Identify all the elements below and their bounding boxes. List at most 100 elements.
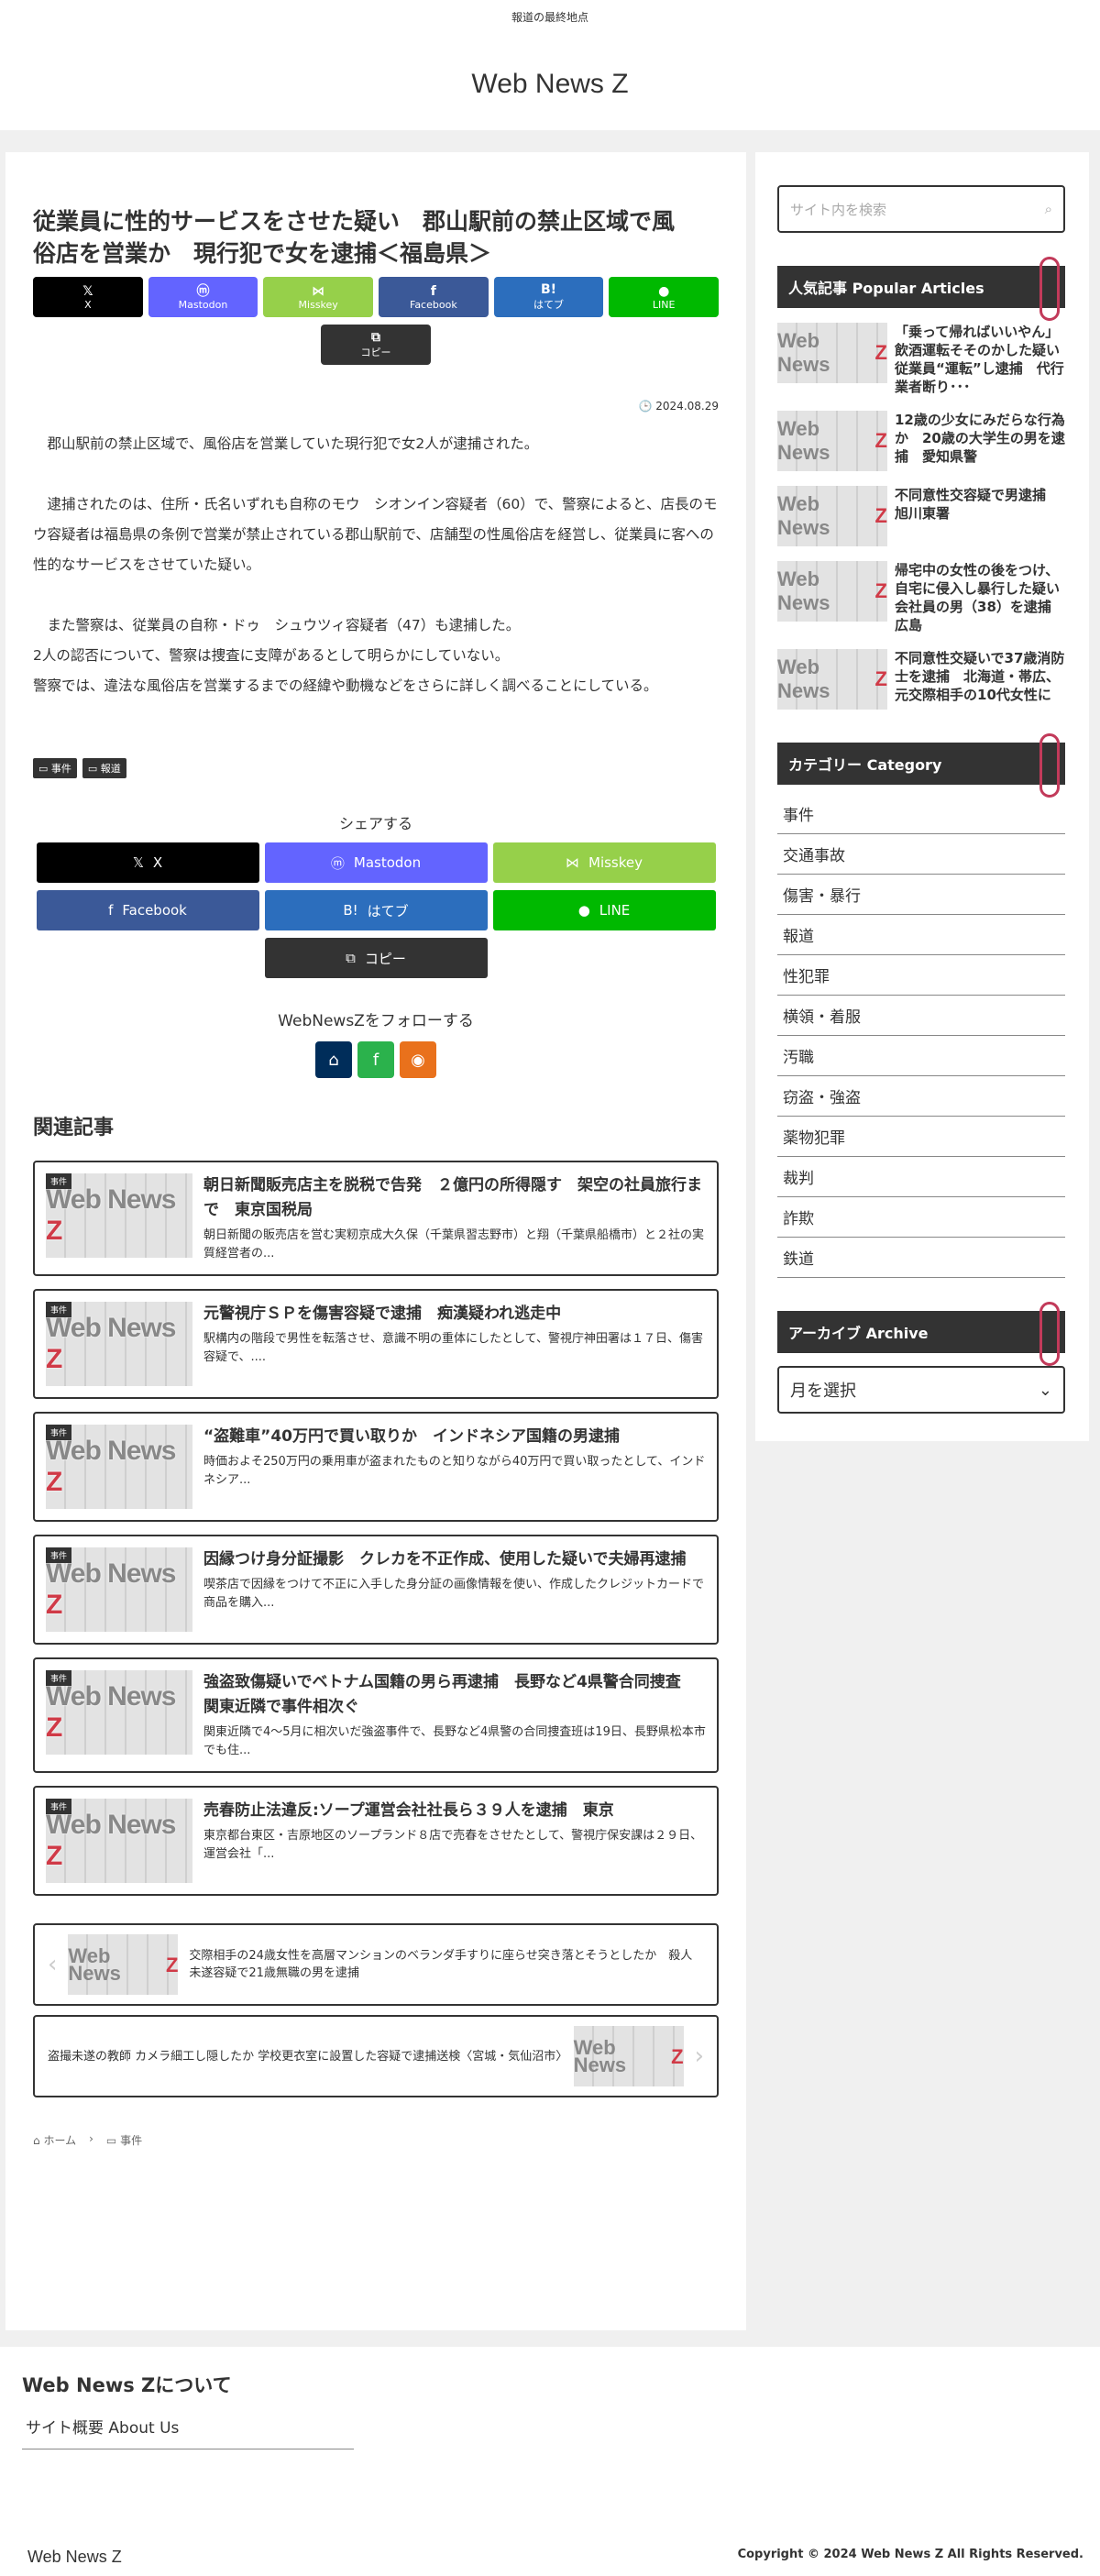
popular-item[interactable]: Web News Z 不同意性交容疑で男逮捕 旭川東署 — [777, 486, 1065, 546]
popular-title: 帰宅中の女性の後をつけ、自宅に侵入し暴行した疑い 会社員の男（38）を逮捕 広島 — [895, 562, 1074, 633]
category-item[interactable]: 報道 — [777, 915, 1065, 955]
category-item[interactable]: 薬物犯罪 — [777, 1117, 1065, 1157]
site-title[interactable]: Web News Z — [0, 69, 1100, 100]
body-paragraph: 郡山駅前の禁止区域で、風俗店を営業していた現行犯で女2人が逮捕された。 — [33, 435, 539, 452]
share-label: Facebook — [410, 298, 457, 311]
share-mastodon-button-top[interactable]: ⓜ Mastodon — [148, 277, 258, 317]
about-link[interactable]: サイト概要 About Us — [22, 2415, 354, 2449]
thumbnail: Web News Z — [777, 649, 887, 710]
thumbnail: 事件 Web News Z — [46, 1547, 192, 1632]
card-snippet: 喫茶店で因縁をつけて不正に入手した身分証の画像情報を使い、作成したクレジットカー… — [204, 1578, 705, 1610]
category-item[interactable]: 裁判 — [777, 1157, 1065, 1197]
footer-site-name[interactable]: Web News Z — [28, 2548, 122, 2567]
share-misskey-button-top[interactable]: ⋈ Misskey — [263, 277, 374, 317]
hatebu-icon: B! — [540, 282, 557, 297]
category-item[interactable]: 詐欺 — [777, 1197, 1065, 1238]
next-post-link[interactable]: 盗撮未遂の教師 カメラ細工し隠したか 学校更衣室に設置した容疑で逮捕送検〈宮城・… — [33, 2015, 719, 2097]
thumbnail-logo: Web News Z — [46, 1436, 192, 1498]
logo-z: Z — [46, 1590, 62, 1620]
category-item[interactable]: 性犯罪 — [777, 955, 1065, 996]
thumbnail-logo: Web News Z — [46, 1184, 192, 1247]
breadcrumb-category[interactable]: ▭ 事件 — [106, 2132, 142, 2148]
share-facebook-button-top[interactable]: f Facebook — [379, 277, 489, 317]
popular-item[interactable]: Web News Z 不同意性交疑いで37歳消防士を逮捕 北海道・帯広、元交際相手… — [777, 649, 1065, 710]
category-item[interactable]: 汚職 — [777, 1036, 1065, 1076]
follow-title: WebNewsZをフォローする — [278, 1012, 474, 1030]
share-x-button-top[interactable]: 𝕏X — [33, 277, 143, 317]
related-card[interactable]: 事件 Web News Z 因縁つけ身分証撮影 クレカを不正作成、使用した疑いで夫… — [33, 1535, 719, 1645]
share-label: X — [84, 298, 92, 311]
archive-select-value: 月を選択 — [790, 1382, 856, 1401]
logo-z: Z — [671, 2044, 684, 2068]
card-title: 元警視庁ＳＰを傷害容疑で逮捕 痴漢疑われ逃走中 — [204, 1305, 562, 1323]
tag-jiken[interactable]: ▭ 事件 — [33, 758, 77, 778]
share-line-button[interactable]: ● LINE — [492, 890, 716, 930]
share-hatebu-button-top[interactable]: B! はてブ — [493, 277, 604, 317]
search-icon[interactable]: ⌕ — [1045, 201, 1052, 217]
logo-z: Z — [165, 1953, 179, 1976]
share-misskey-button[interactable]: ⋈ Misskey — [492, 842, 716, 883]
rss-icon[interactable]: ◉ — [400, 1041, 436, 1078]
thumbnail: 事件 Web News Z — [46, 1173, 192, 1258]
popular-widget-title: 人気記事 Popular Articles — [777, 257, 1065, 321]
popular-item[interactable]: Web News Z 帰宅中の女性の後をつけ、自宅に侵入し暴行した疑い 会社員の男… — [777, 561, 1074, 634]
feedly-icon[interactable]: f — [358, 1041, 394, 1078]
category-item[interactable]: 横領・着服 — [777, 996, 1065, 1036]
card-snippet: 東京都台東区・吉原地区のソープランド８店で売春をさせたとして、警視庁保安課は２９… — [204, 1829, 703, 1861]
popular-title: 不同意性交疑いで37歳消防士を逮捕 北海道・帯広、元交際相手の10代女性に — [895, 650, 1065, 703]
category-item[interactable]: 事件 — [777, 794, 1065, 834]
thumbnail: Web News Z — [573, 2026, 684, 2086]
content-container: 従業員に性的サービスをさせた疑い 郡山駅前の禁止区域で風俗店を営業か 現行犯で女… — [6, 152, 1094, 2330]
paperclip-icon — [1040, 257, 1060, 321]
popular-title: 12歳の少女にみだらな行為か 20歳の大学生の男を逮捕 愛知県警 — [895, 412, 1065, 465]
logo-z: Z — [874, 341, 887, 364]
related-card[interactable]: 事件 Web News Z 元警視庁ＳＰを傷害容疑で逮捕 痴漢疑われ逃走中 駅構内の… — [33, 1289, 719, 1399]
share-mastodon-button[interactable]: ⓜ Mastodon — [264, 842, 488, 883]
logo-z: Z — [46, 1467, 62, 1497]
related-card[interactable]: 事件 Web News Z “盗難車”40万円で買い取りか インドネシア国籍の男逮… — [33, 1412, 719, 1522]
related-card[interactable]: 事件 Web News Z 朝日新聞販売店主を脱税で告発 ２億円の所得隠す 架空の… — [33, 1161, 719, 1276]
widget-title-text: 人気記事 Popular Articles — [788, 280, 984, 297]
archive-select[interactable]: 月を選択 ⌄ — [777, 1366, 1065, 1414]
tag-houdou[interactable]: ▭ 報道 — [82, 758, 126, 778]
related-card[interactable]: 事件 Web News Z 売春防止法違反:ソープ運営会社社長ら３９人を逮捕 東京… — [33, 1786, 719, 1896]
archive-widget-title: アーカイブ Archive — [777, 1302, 1065, 1366]
breadcrumb-separator-icon: › — [89, 2132, 94, 2145]
share-hatebu-button[interactable]: B! はてブ — [264, 890, 488, 930]
breadcrumb-home[interactable]: ⌂ ホーム — [33, 2132, 76, 2148]
related-card[interactable]: 事件 Web News Z 強盗致傷疑いでベトナム国籍の男ら再逮捕 長野など4県警… — [33, 1657, 719, 1773]
facebook-icon: f — [430, 283, 436, 299]
misskey-icon: ⋈ — [312, 283, 325, 299]
category-item[interactable]: 傷害・暴行 — [777, 875, 1065, 915]
thumbnail: 事件 Web News Z — [46, 1670, 192, 1755]
widget-title-text: カテゴリー Category — [788, 756, 942, 774]
copy-button[interactable]: ⧉ コピー — [264, 938, 488, 978]
search-input[interactable]: サイト内を検索 ⌕ — [777, 185, 1065, 233]
body-paragraph — [33, 580, 719, 611]
logo-z: Z — [874, 429, 887, 452]
popular-item[interactable]: Web News Z 12歳の少女にみだらな行為か 20歳の大学生の男を逮捕 愛知… — [777, 411, 1065, 471]
prev-post-link[interactable]: ‹ Web News Z 交際相手の24歳女性を高層マンションのベランダ手すりに… — [33, 1923, 719, 2006]
logo-text: Web News — [777, 417, 830, 464]
home-icon: ⌂ — [33, 2134, 40, 2147]
widget-title-text: アーカイブ Archive — [788, 1325, 929, 1342]
popular-title: 不同意性交容疑で男逮捕 旭川東署 — [895, 487, 1061, 522]
category-item[interactable]: 交通事故 — [777, 834, 1065, 875]
share-facebook-button[interactable]: f Facebook — [36, 890, 259, 930]
category-item[interactable]: 窃盗・強盗 — [777, 1076, 1065, 1117]
logo-text: Web News — [777, 329, 830, 376]
hatebu-icon: B! — [343, 902, 358, 919]
misskey-icon: ⋈ — [566, 854, 579, 871]
share-x-button[interactable]: 𝕏X — [36, 842, 259, 883]
x-icon: 𝕏 — [82, 283, 94, 299]
popular-item[interactable]: Web News Z 「乗って帰ればいいやん」飲酒運転そそのかした疑い 従業員“運… — [777, 323, 1073, 396]
home-icon[interactable]: ⌂ — [315, 1041, 352, 1078]
share-label: Mastodon — [353, 854, 422, 871]
share-line-button-top[interactable]: ● LINE — [609, 277, 720, 317]
category-item[interactable]: 鉄道 — [777, 1238, 1065, 1278]
copy-label: コピー — [364, 950, 406, 967]
share-label: LINE — [599, 902, 631, 919]
category-badge: 事件 — [46, 1547, 72, 1563]
copy-button-top[interactable]: ⧉ コピー — [321, 325, 431, 365]
prev-post-title: 交際相手の24歳女性を高層マンションのベランダ手すりに座らせ突き落とそうとしたか… — [189, 1949, 693, 1980]
